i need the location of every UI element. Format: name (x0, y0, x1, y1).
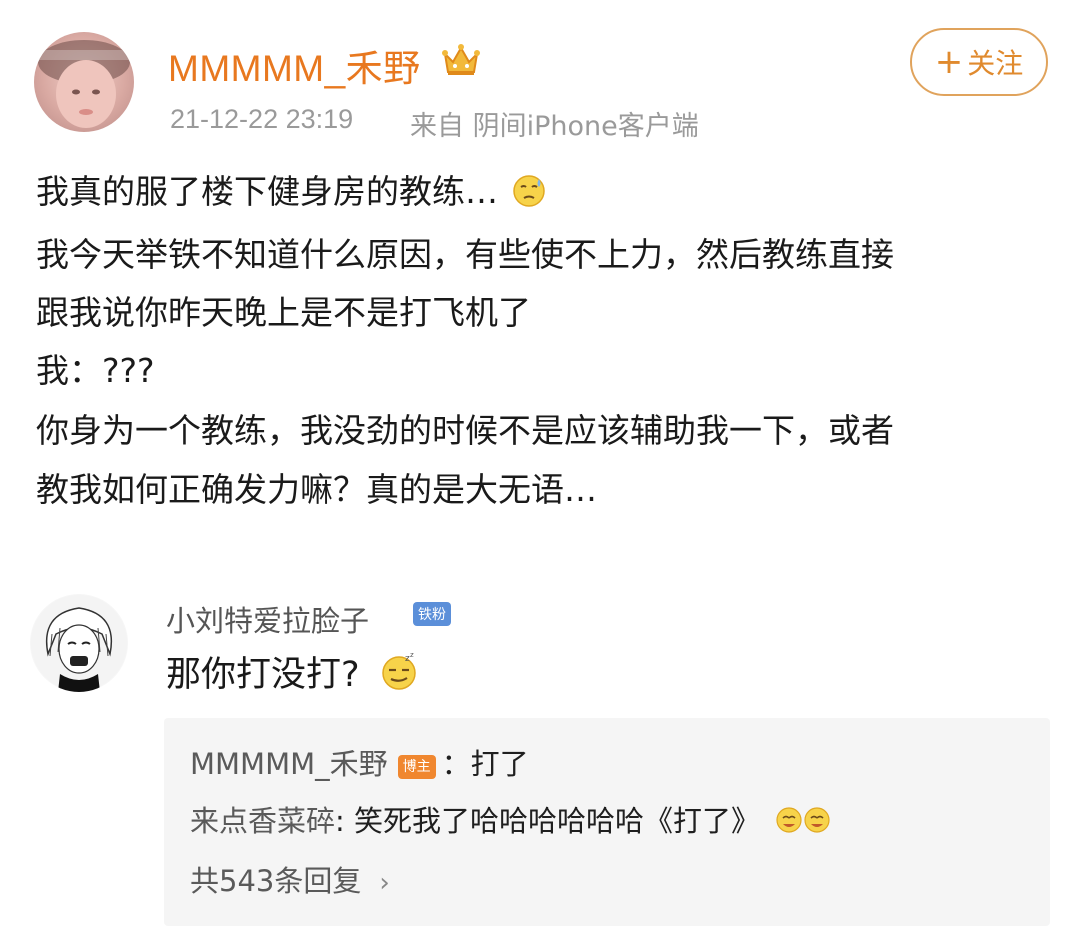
author-avatar[interactable] (34, 32, 134, 132)
post-text-line-6: 教我如何正确发力嘛？真的是大无语… (36, 470, 597, 509)
post-text-line-4: 我：??? (36, 351, 155, 390)
reply-text: : 笑死我了哈哈哈哈哈哈《打了》 (335, 804, 761, 838)
commenter-avatar[interactable] (30, 594, 128, 692)
post-text-line: 我真的服了楼下健身房的教练… (36, 172, 547, 212)
post-text-line-3: 跟我说你昨天晚上是不是打飞机了 (36, 293, 531, 332)
post-text-line-2: 我今天举铁不知道什么原因，有些使不上力，然后教练直接 (36, 235, 894, 274)
plus-icon: + (934, 42, 964, 82)
crown-icon (441, 40, 481, 78)
smirk-emoji: z z (379, 651, 419, 692)
post-source: 来自 阴间iPhone客户端 (410, 111, 699, 142)
author-badge: 博主 (397, 755, 436, 779)
laugh-hands-emoji (773, 803, 837, 835)
sweat-emoji (511, 173, 547, 209)
author-username[interactable]: MMMMM_禾野 (168, 38, 421, 92)
follow-label: 关注 (967, 47, 1024, 80)
reply-text: ：打了 (441, 747, 529, 781)
comment-body: 那你打没打? (166, 655, 360, 695)
svg-text:z: z (410, 652, 414, 659)
post-timestamp: 21-12-22 23:19 (170, 104, 354, 134)
post-text-line-1: 我真的服了楼下健身房的教练… (36, 172, 498, 211)
follow-button[interactable]: + 关注 (910, 28, 1048, 96)
view-all-replies-button[interactable]: 共543条回复 › (190, 858, 390, 900)
comment-text: 那你打没打? z z (166, 651, 419, 697)
reply-username[interactable]: MMMMM_禾野 (190, 747, 388, 781)
chevron-right-icon: › (379, 868, 390, 898)
reply-row-author[interactable]: MMMMM_禾野 博主 ：打了 (190, 746, 529, 782)
reply-row[interactable]: 来点香菜碎: 笑死我了哈哈哈哈哈哈《打了》 (190, 803, 837, 839)
more-replies-label: 共543条回复 (190, 864, 362, 898)
fan-badge: 铁粉 (413, 602, 451, 626)
reply-username[interactable]: 来点香菜碎 (190, 804, 335, 838)
commenter-username[interactable]: 小刘特爱拉脸子 (166, 598, 369, 640)
post-text-line-5: 你身为一个教练，我没劲的时候不是应该辅助我一下，或者 (36, 411, 894, 450)
